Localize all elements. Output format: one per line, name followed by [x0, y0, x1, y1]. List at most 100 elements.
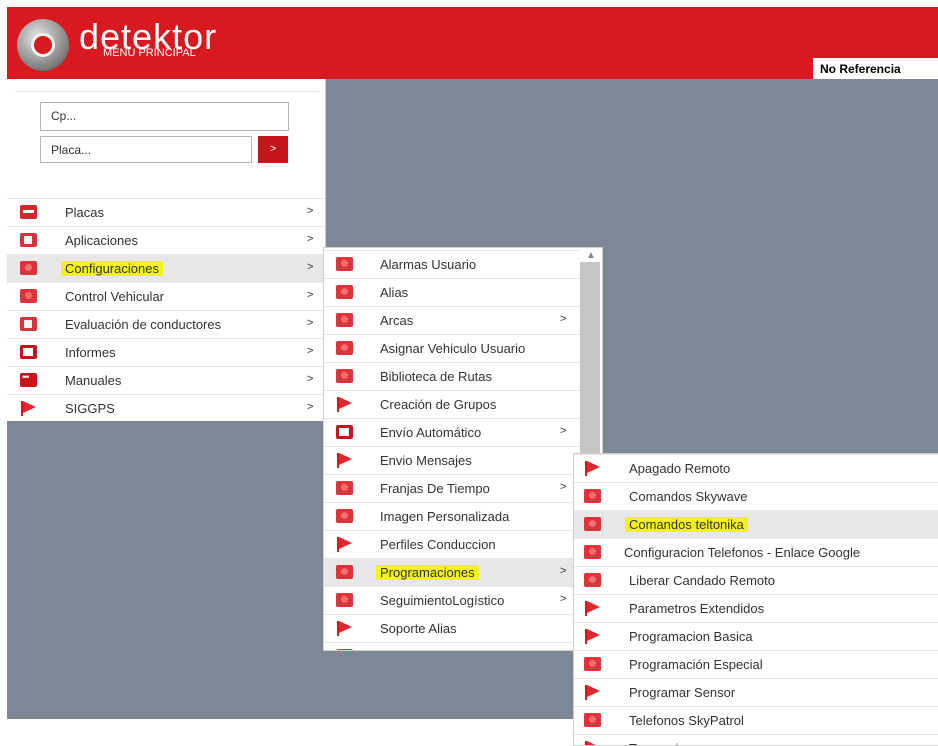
prog-menu-item[interactable]: Programacion Basica — [574, 622, 938, 650]
document-icon — [336, 425, 353, 439]
red-square-icon — [336, 593, 353, 607]
search-go-button[interactable]: > — [258, 136, 288, 163]
config-menu-item[interactable]: Perfiles Conduccion — [324, 530, 581, 558]
chevron-right-icon: > — [307, 317, 314, 329]
chevron-right-icon: > — [307, 289, 314, 301]
config-menu-item[interactable]: Envio Mensajes — [324, 446, 581, 474]
menu-item-label: Control Vehicular — [65, 289, 164, 304]
red-square-icon — [336, 341, 353, 355]
flag-icon — [20, 401, 37, 416]
prog-menu-item[interactable]: Liberar Candado Remoto — [574, 566, 938, 594]
menu-item-label: Programación Especial — [629, 657, 763, 672]
divider — [15, 91, 321, 92]
main-menu-item[interactable]: Informes > — [7, 338, 325, 366]
plate-icon — [20, 205, 37, 219]
red-square-icon — [336, 369, 353, 383]
chevron-right-icon: > — [560, 313, 567, 325]
menu-item-label: Liberar Candado Remoto — [629, 573, 775, 588]
menu-item-label: Comandos Skywave — [629, 489, 748, 504]
red-square-icon — [336, 257, 353, 271]
scroll-up-arrow-icon[interactable]: ▲ — [586, 250, 596, 261]
red-square-icon — [336, 565, 353, 579]
menu-item-label: Imagen Personalizada — [380, 509, 510, 524]
config-menu-item[interactable]: SeguimientoLogístico > — [324, 586, 581, 614]
menu-item-label: Parametros Extendidos — [629, 601, 765, 616]
menu-item-label: SeguimientoLogístico — [380, 593, 505, 608]
config-menu-item[interactable]: Soporte Alias — [324, 614, 581, 642]
menu-item-label: Evaluación de conductores — [65, 317, 222, 332]
config-menu-item[interactable]: Arcas > — [324, 306, 581, 334]
chevron-right-icon: > — [307, 373, 314, 385]
prog-menu-item[interactable]: Comandos teltonika — [574, 510, 938, 538]
menu-item-label: Informes — [65, 345, 116, 360]
red-square-icon — [336, 481, 353, 495]
box-icon — [20, 233, 37, 247]
app-header: detektor MENU PRINCIPAL — [7, 7, 938, 79]
red-square-icon — [584, 657, 601, 671]
flag-icon — [584, 601, 601, 616]
prog-menu-item[interactable]: Apagado Remoto — [574, 454, 938, 482]
main-menu-item[interactable]: Manuales > — [7, 366, 325, 394]
menu-item-label: Biblioteca de Rutas — [380, 369, 493, 384]
menu-item-label: Telefonos SkyPatrol — [629, 713, 744, 728]
red-square-icon — [336, 313, 353, 327]
config-menu-item[interactable]: Creación de Grupos — [324, 390, 581, 418]
menu-subtitle: MENU PRINCIPAL — [103, 47, 196, 59]
prog-menu-item[interactable]: Programar Sensor — [574, 678, 938, 706]
menu-item-label: Envio Mensajes — [380, 453, 472, 468]
main-menu-item[interactable]: Placas > — [7, 198, 325, 226]
main-menu-item[interactable]: SIGGPS > — [7, 394, 325, 422]
flag-icon — [336, 537, 353, 552]
menu-item-label: Transceiver — [629, 741, 696, 745]
menu-item-label: Soporte Alias — [380, 621, 457, 636]
document-icon — [20, 345, 37, 359]
config-menu-item[interactable]: Imagen Personalizada — [324, 502, 581, 530]
box-icon — [20, 317, 37, 331]
config-menu-item[interactable]: Usuarios — [324, 642, 581, 650]
chevron-right-icon: > — [307, 345, 314, 357]
prog-menu-item[interactable]: Telefonos SkyPatrol — [574, 706, 938, 734]
chevron-right-icon: > — [560, 425, 567, 437]
reference-label: No Referencia — [820, 62, 901, 76]
prog-menu-item[interactable]: Programación Especial — [574, 650, 938, 678]
menu-item-label: SIGGPS — [65, 401, 115, 416]
menu-item-label: Configuraciones — [61, 261, 163, 276]
cp-input[interactable]: Cp... — [40, 102, 289, 131]
config-menu-item[interactable]: Franjas De Tiempo > — [324, 474, 581, 502]
red-square-icon — [20, 289, 37, 303]
menu-item-label: Programaciones — [376, 565, 479, 580]
flag-icon — [584, 629, 601, 644]
config-menu-item[interactable]: Alarmas Usuario — [324, 250, 581, 278]
red-square-icon — [584, 573, 601, 587]
prog-menu-item[interactable]: Parametros Extendidos — [574, 594, 938, 622]
menu-item-label: Programar Sensor — [629, 685, 736, 700]
prog-menu-item[interactable]: Transceiver — [574, 734, 938, 745]
flag-icon — [336, 621, 353, 636]
placa-input[interactable]: Placa... — [40, 136, 252, 163]
prog-menu-item[interactable]: Comandos Skywave — [574, 482, 938, 510]
dots-icon — [20, 372, 37, 387]
menu-item-label: Comandos teltonika — [625, 517, 748, 532]
menu-item-label: Placas — [65, 205, 105, 220]
chevron-right-icon: > — [560, 565, 567, 577]
config-menu-item[interactable]: Alias — [324, 278, 581, 306]
main-menu-item[interactable]: Evaluación de conductores > — [7, 310, 325, 338]
chevron-right-icon: > — [560, 481, 567, 493]
main-menu-item[interactable]: Configuraciones > — [7, 254, 325, 282]
flag-icon — [584, 741, 601, 745]
config-menu-item[interactable]: Asignar Vehiculo Usuario — [324, 334, 581, 362]
main-menu-item[interactable]: Aplicaciones > — [7, 226, 325, 254]
config-menu-item[interactable]: Programaciones > — [324, 558, 581, 586]
main-menu-item[interactable]: Control Vehicular > — [7, 282, 325, 310]
detektor-logo-icon — [17, 19, 69, 71]
chevron-right-icon: > — [307, 233, 314, 245]
menu-item-label: Asignar Vehiculo Usuario — [380, 341, 526, 356]
config-menu-item[interactable]: Biblioteca de Rutas — [324, 362, 581, 390]
prog-menu-item[interactable]: Configuracion Telefonos - Enlace Google — [574, 538, 938, 566]
menu-item-label: Manuales — [65, 373, 122, 388]
chevron-right-icon: > — [560, 593, 567, 605]
red-square-icon — [584, 713, 601, 727]
config-menu-item[interactable]: Envío Automático > — [324, 418, 581, 446]
flag-icon — [336, 453, 353, 468]
menu-item-label: Perfiles Conduccion — [380, 537, 496, 552]
